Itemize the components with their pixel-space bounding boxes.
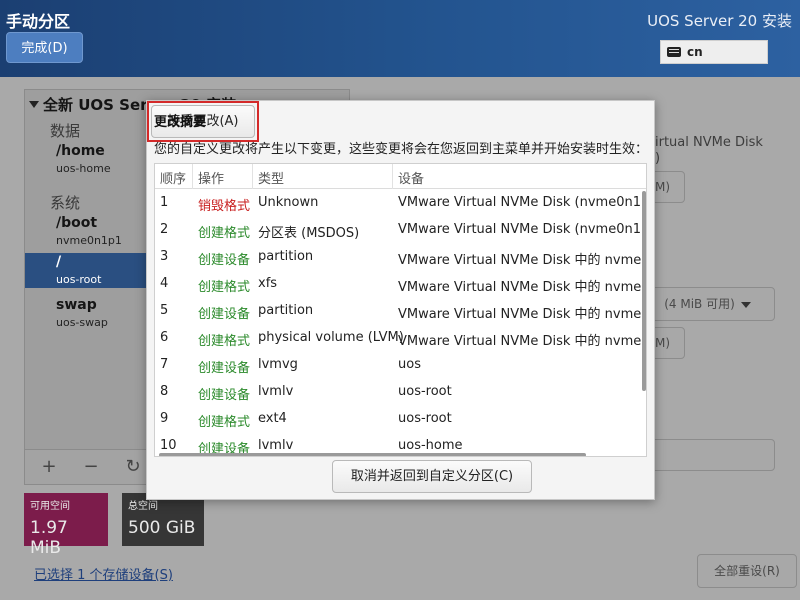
cell-order: 10 [160, 438, 177, 453]
mount-boot[interactable]: /boot [56, 215, 97, 231]
page-title: 手动分区 [6, 12, 71, 31]
table-row[interactable]: 2 创建格式 分区表 (MSDOS) VMware Virtual NVMe Disk… [155, 217, 647, 244]
cell-order: 3 [160, 249, 169, 264]
cell-action: 销毁格式 [198, 199, 251, 214]
column-header-action[interactable]: 操作 [198, 168, 224, 187]
keyboard-layout-indicator[interactable]: cn [660, 40, 768, 64]
cell-order: 1 [160, 195, 169, 210]
table-header: 顺序 操作 类型 设备 [155, 164, 646, 189]
table-row[interactable]: 7 创建设备 lvmvg uos [155, 352, 646, 379]
column-header-type[interactable]: 类型 [258, 168, 284, 187]
volume-group-dropdown[interactable]: (4 MiB 可用) [640, 287, 775, 321]
cell-device: uos-root [398, 411, 452, 426]
available-space-value: 1.97 MiB [30, 518, 68, 558]
cell-action: 创建格式 [198, 280, 251, 295]
column-separator [392, 164, 393, 189]
cell-device: VMware Virtual NVMe Disk 中的 nvme0n1p [398, 253, 647, 268]
mount-root: / [56, 254, 62, 270]
cell-type: lvmlv [258, 384, 294, 399]
available-space-label: 可用空间 [30, 501, 70, 512]
column-separator [252, 164, 253, 189]
done-button[interactable]: 完成(D) [6, 32, 83, 63]
add-partition-button[interactable]: + [33, 455, 65, 481]
cell-action: 创建设备 [198, 307, 251, 322]
horizontal-scrollbar[interactable] [159, 453, 586, 456]
total-space-value: 500 GiB [128, 518, 196, 538]
available-space-box: 可用空间 1.97 MiB [24, 493, 108, 558]
cell-type: partition [258, 303, 314, 318]
column-separator [192, 164, 193, 189]
table-row[interactable]: 5 创建设备 partition VMware Virtual NVMe Disk 中… [155, 298, 647, 325]
remove-partition-button[interactable]: − [75, 455, 107, 481]
cell-device: VMware Virtual NVMe Disk 中的 nvme0n1p [398, 334, 647, 349]
installer-header: 手动分区 完成(D) UOS Server 20 安装 cn [0, 0, 800, 77]
cell-action: 创建格式 [198, 334, 251, 349]
cell-order: 7 [160, 357, 169, 372]
product-title: UOS Server 20 安装 [647, 12, 792, 30]
device-root: uos-root [56, 273, 102, 286]
cell-device: uos-root [398, 384, 452, 399]
table-row[interactable]: 1 销毁格式 Unknown VMware Virtual NVMe Disk (nv… [155, 190, 647, 217]
cell-type: lvmlv [258, 438, 294, 453]
cell-device: VMware Virtual NVMe Disk (nvme0n1) [398, 195, 647, 210]
dialog-title: 更改摘要 [154, 115, 207, 130]
cell-order: 2 [160, 222, 169, 237]
vertical-scrollbar[interactable] [642, 191, 646, 391]
cell-action: 创建格式 [198, 415, 251, 430]
cell-type: 分区表 (MSDOS) [258, 226, 360, 241]
cell-order: 6 [160, 330, 169, 345]
cell-type: physical volume (LVM) [258, 330, 404, 345]
changes-table[interactable]: 顺序 操作 类型 设备 1 销毁格式 Unknown VMware Virtual N… [154, 163, 647, 457]
cell-device: VMware Virtual NVMe Disk 中的 nvme0n1p [398, 280, 647, 295]
table-row[interactable]: 9 创建格式 ext4 uos-root [155, 406, 646, 433]
keyboard-layout-label: cn [687, 45, 703, 59]
cell-order: 4 [160, 276, 169, 291]
cell-device: VMware Virtual NVMe Disk (nvme0n1) [398, 222, 647, 237]
chevron-down-icon [740, 301, 751, 308]
mount-home[interactable]: /home [56, 143, 105, 159]
table-row[interactable]: 4 创建格式 xfs VMware Virtual NVMe Disk 中的 nvme… [155, 271, 647, 298]
table-row[interactable]: 8 创建设备 lvmlv uos-root [155, 379, 646, 406]
cell-type: Unknown [258, 195, 319, 210]
cell-type: partition [258, 249, 314, 264]
cell-device: uos-home [398, 438, 463, 453]
right-input-field[interactable] [640, 439, 775, 471]
cell-device: VMware Virtual NVMe Disk 中的 nvme0n1p [398, 307, 647, 322]
keyboard-icon [667, 47, 681, 57]
device-home: uos-home [56, 162, 111, 175]
column-header-order[interactable]: 顺序 [160, 168, 186, 187]
cell-action: 创建设备 [198, 388, 251, 403]
reset-all-button[interactable]: 全部重设(R) [697, 554, 797, 588]
cell-device: uos [398, 357, 421, 372]
cell-order: 5 [160, 303, 169, 318]
dialog-description: 您的自定义更改将产生以下变更，这些变更将会在您返回到主菜单并开始安装时生效： [154, 142, 649, 157]
mount-swap[interactable]: swap [56, 297, 97, 313]
storage-devices-link[interactable]: 已选择 1 个存储设备(S) [34, 564, 173, 583]
device-swap: uos-swap [56, 316, 108, 329]
cell-order: 8 [160, 384, 169, 399]
change-summary-dialog: 更改摘要 您的自定义更改将产生以下变更，这些变更将会在您返回到主菜单并开始安装时… [146, 100, 655, 500]
volume-group-free-label: (4 MiB 可用) [664, 297, 735, 311]
table-row[interactable]: 3 创建设备 partition VMware Virtual NVMe Disk 中… [155, 244, 647, 271]
cancel-return-button[interactable]: 取消并返回到自定义分区(C) [332, 460, 532, 493]
group-system-label: 系统 [50, 194, 81, 212]
total-space-box: 总空间 500 GiB [122, 493, 204, 546]
right-disk-text: irtual NVMe Disk [655, 135, 763, 150]
device-boot: nvme0n1p1 [56, 234, 122, 247]
group-data-label: 数据 [50, 122, 81, 140]
cell-order: 9 [160, 411, 169, 426]
table-row[interactable]: 6 创建格式 physical volume (LVM) VMware Virtual… [155, 325, 647, 352]
cell-action: 创建格式 [198, 226, 251, 241]
cell-action: 创建设备 [198, 361, 251, 376]
cell-type: ext4 [258, 411, 287, 426]
cell-type: lvmvg [258, 357, 298, 372]
column-header-device[interactable]: 设备 [398, 168, 424, 187]
expand-triangle-icon [29, 101, 39, 108]
right-paren-text: ) [655, 151, 661, 166]
cell-type: xfs [258, 276, 278, 291]
refresh-button[interactable]: ↻ [117, 455, 149, 481]
cell-action: 创建设备 [198, 253, 251, 268]
